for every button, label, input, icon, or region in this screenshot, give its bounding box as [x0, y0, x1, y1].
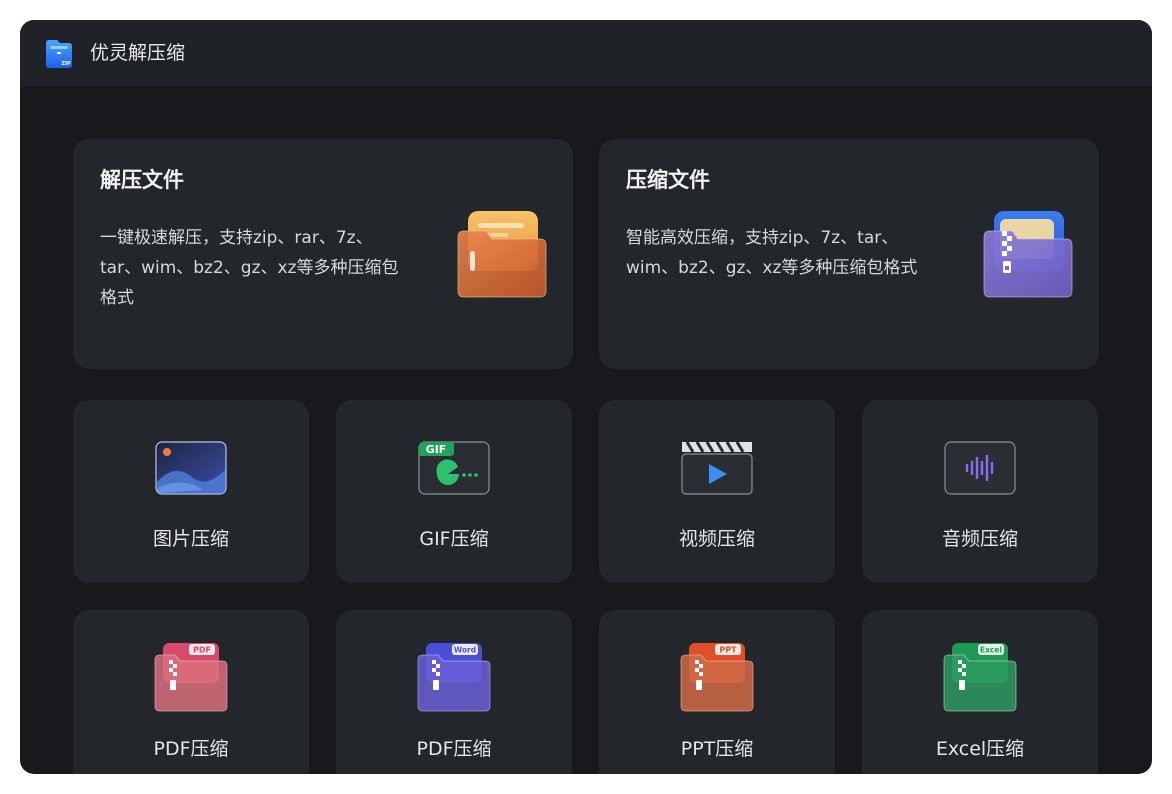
word-zip-folder-icon: Word: [417, 643, 491, 712]
main-content: 解压文件 一键极速解压，支持zip、rar、7z、tar、wim、bz2、gz、…: [20, 86, 1152, 774]
tool-pdf-compress[interactable]: PDF PDF压缩: [73, 610, 309, 774]
title-bar: ZIP 优灵解压缩: [20, 20, 1152, 86]
video-clapper-icon: [681, 441, 753, 495]
decompress-description: 一键极速解压，支持zip、rar、7z、tar、wim、bz2、gz、xz等多种…: [100, 228, 399, 308]
tool-label: PPT压缩: [680, 738, 754, 760]
tool-label: Excel压缩: [935, 738, 1025, 760]
compress-card[interactable]: 压缩文件 智能高效压缩，支持zip、7z、tar、wim、bz2、gz、xz等多…: [599, 139, 1099, 369]
excel-zip-folder-icon: Excel: [943, 643, 1017, 712]
tool-audio-compress[interactable]: 音频压缩: [862, 400, 1098, 583]
purple-zip-folder-icon: [983, 211, 1073, 298]
tool-label: 视频压缩: [678, 528, 755, 550]
app-window: ZIP 优灵解压缩 解压文件 一键极速解压，支持zip、rar、7z、tar、w…: [20, 20, 1152, 774]
tool-label: 音频压缩: [941, 528, 1018, 550]
decompress-card[interactable]: 解压文件 一键极速解压，支持zip、rar、7z、tar、wim、bz2、gz、…: [73, 139, 573, 369]
tool-ppt-compress[interactable]: PPT PPT压缩: [599, 610, 835, 774]
compress-description: 智能高效压缩，支持zip、7z、tar、wim、bz2、gz、xz等多种压缩包格…: [626, 228, 918, 278]
tool-image-compress[interactable]: 图片压缩: [73, 400, 309, 583]
tool-excel-compress[interactable]: Excel Excel压缩: [862, 610, 1098, 774]
svg-text:GIF: GIF: [426, 443, 447, 456]
svg-text:PDF: PDF: [193, 646, 211, 655]
compress-title: 压缩文件: [626, 168, 710, 192]
tool-gif-compress[interactable]: GIF GIF压缩: [336, 400, 572, 583]
ppt-zip-folder-icon: PPT: [680, 643, 754, 712]
zip-logo-icon: ZIP: [46, 40, 72, 68]
gif-icon: GIF: [418, 441, 490, 495]
image-icon: [155, 441, 227, 495]
pdf-zip-folder-icon: PDF: [154, 643, 228, 712]
audio-wave-icon: [944, 441, 1016, 495]
tool-label: GIF压缩: [419, 528, 489, 550]
tool-word-compress[interactable]: Word PDF压缩: [336, 610, 572, 774]
svg-text:PPT: PPT: [719, 646, 737, 655]
decompress-title: 解压文件: [100, 168, 184, 192]
app-title: 优灵解压缩: [90, 42, 186, 64]
svg-text:Excel: Excel: [980, 646, 1002, 655]
orange-folder-icon: [457, 211, 547, 298]
tool-label: 图片压缩: [152, 528, 229, 550]
tool-label: PDF压缩: [416, 738, 492, 760]
svg-text:Word: Word: [454, 646, 476, 655]
tool-video-compress[interactable]: 视频压缩: [599, 400, 835, 583]
tool-label: PDF压缩: [153, 738, 229, 760]
svg-text:ZIP: ZIP: [61, 61, 70, 67]
